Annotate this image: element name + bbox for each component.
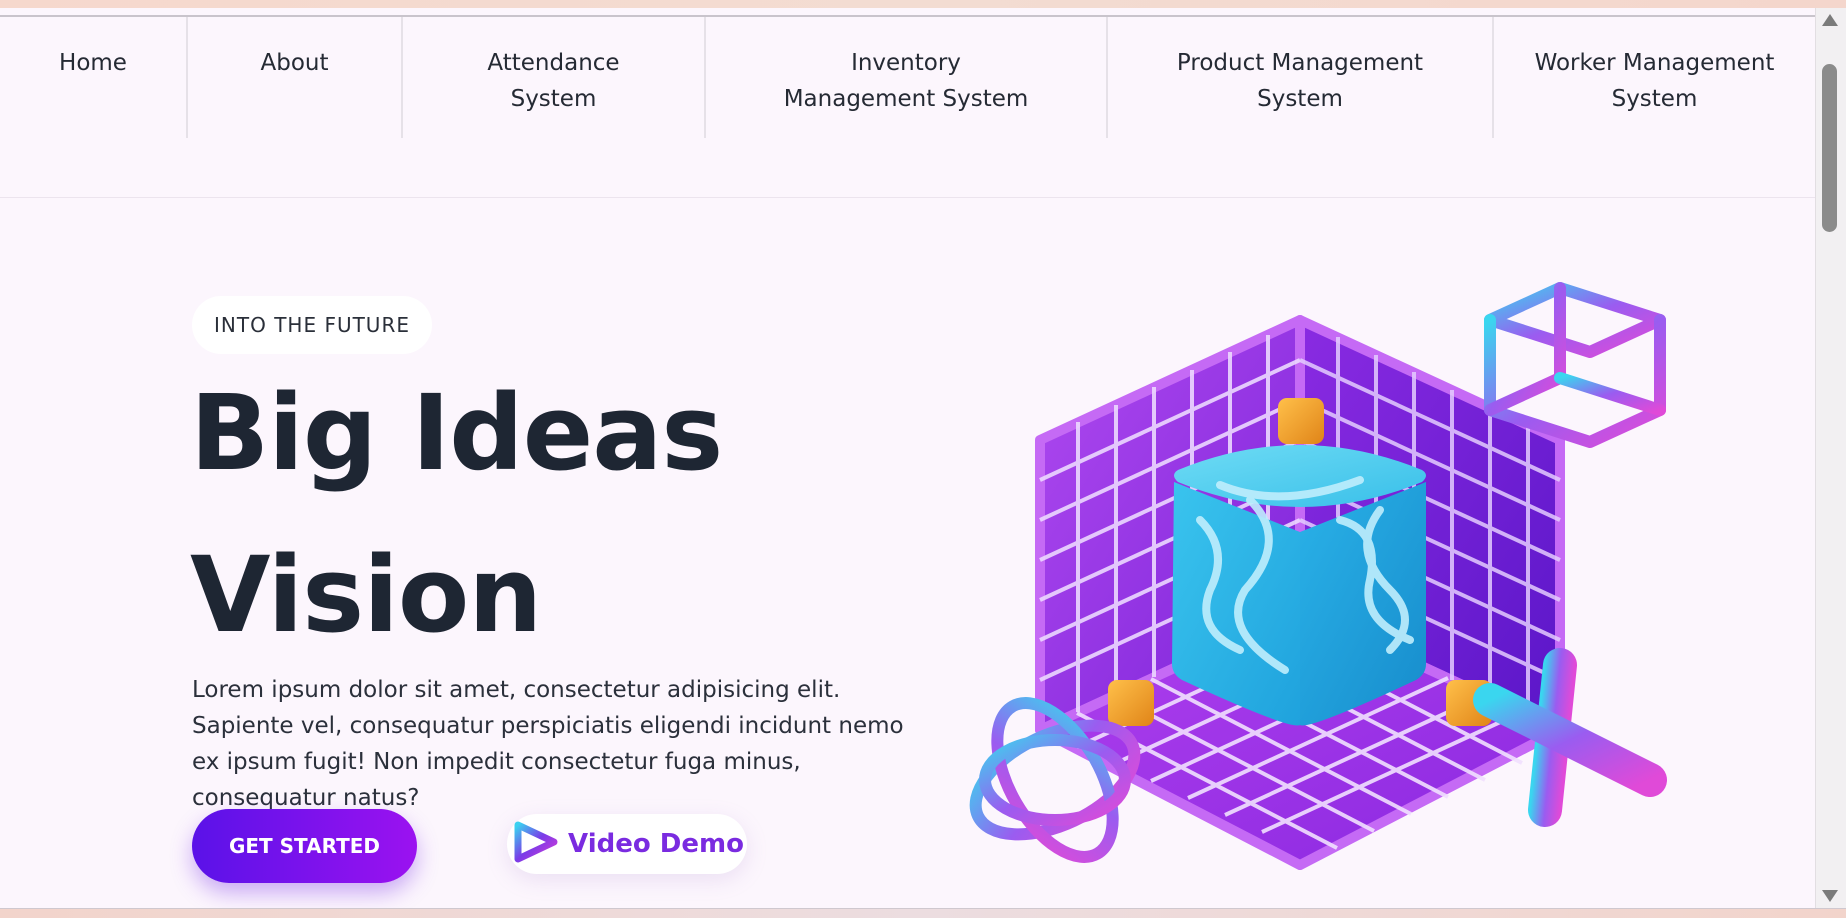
nav-item-label: Attendance System	[487, 50, 620, 112]
browser-viewport: Home About Attendance System Inventory M…	[0, 0, 1846, 918]
hero-title-line-1: Big Ideas	[190, 372, 723, 494]
nav-item-inventory-management-system[interactable]: Inventory Management System	[706, 17, 1106, 138]
vertical-scrollbar[interactable]	[1815, 8, 1846, 908]
video-demo-button[interactable]: Video Demo	[507, 814, 747, 874]
window-top-strip	[0, 0, 1846, 8]
nav-item-product-management-system[interactable]: Product Management System	[1108, 17, 1492, 138]
scrollbar-thumb[interactable]	[1822, 64, 1837, 232]
play-icon	[510, 820, 560, 868]
get-started-button[interactable]: GET STARTED	[192, 809, 417, 883]
nav-item-attendance-system[interactable]: Attendance System	[403, 17, 704, 138]
nav-item-about[interactable]: About	[188, 17, 401, 138]
eyebrow-badge: INTO THE FUTURE	[192, 296, 432, 354]
nav-item-label: Inventory Management System	[783, 50, 1029, 112]
hero-description: Lorem ipsum dolor sit amet, consectetur …	[192, 677, 904, 811]
nav-item-worker-management-system[interactable]: Worker Management System	[1494, 17, 1815, 138]
top-navigation: Home About Attendance System Inventory M…	[0, 17, 1815, 198]
nav-item-label: About	[260, 50, 329, 76]
scroll-up-arrow-icon[interactable]	[1822, 14, 1838, 26]
nav-item-label: Worker Management System	[1534, 50, 1775, 112]
nav-item-label: Product Management System	[1176, 50, 1424, 112]
scroll-down-arrow-icon[interactable]	[1822, 890, 1838, 902]
hero-title-line-2: Vision	[190, 534, 542, 656]
window-bottom-strip	[0, 908, 1846, 918]
blue-cube-icon	[1172, 445, 1426, 726]
nav-item-label: Home	[59, 50, 127, 76]
wireframe-cube-icon	[1484, 282, 1666, 448]
video-demo-label: Video Demo	[568, 829, 744, 859]
hero-illustration	[960, 270, 1680, 890]
nav-item-home[interactable]: Home	[0, 17, 186, 138]
